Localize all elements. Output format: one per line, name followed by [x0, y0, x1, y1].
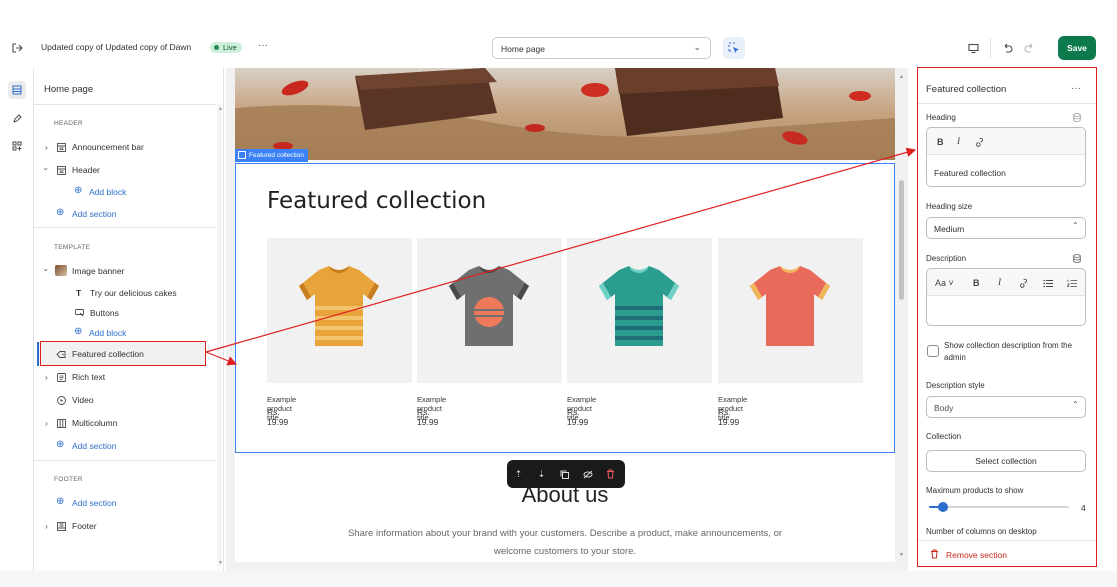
annotation-arrows	[205, 147, 917, 366]
